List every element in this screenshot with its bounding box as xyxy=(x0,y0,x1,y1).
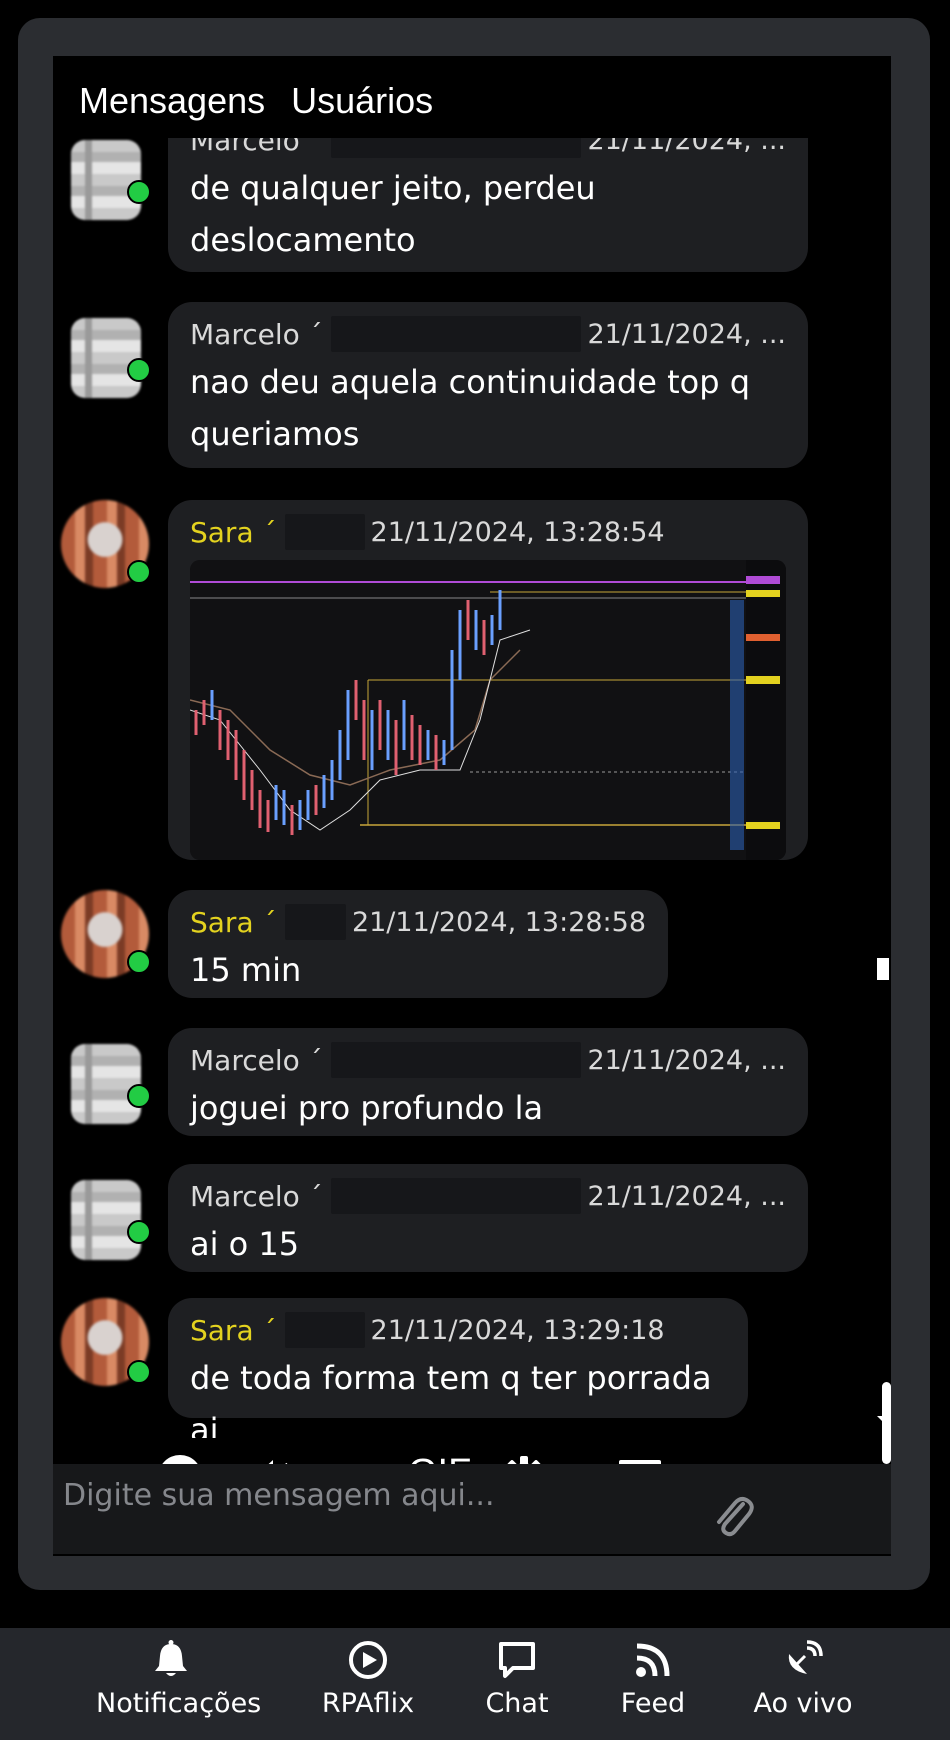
redacted-name xyxy=(284,514,365,550)
chat-tabs: Mensagens Usuários xyxy=(53,56,891,138)
message-author[interactable]: Marcelo ´ xyxy=(190,318,323,351)
avatar[interactable] xyxy=(71,318,141,398)
avatar[interactable] xyxy=(71,1180,141,1260)
message-input-placeholder: Digite sua mensagem aqui... xyxy=(63,1478,495,1513)
message-author[interactable]: Sara ´ xyxy=(190,1314,277,1347)
message-time: 21/11/2024, ... xyxy=(587,1044,786,1076)
message-text: nao deu aquela continuidade top q queria… xyxy=(190,363,751,453)
message-bubble: Marcelo ´ 21/11/2024, ... joguei pro pro… xyxy=(168,1028,808,1136)
satellite-dish-icon xyxy=(788,1640,823,1674)
tab-mensagens[interactable]: Mensagens xyxy=(79,80,265,138)
message-bubble: Sara ´ 21/11/2024, 13:28:54 xyxy=(168,500,808,860)
redacted-name xyxy=(330,1178,582,1214)
redacted-name xyxy=(330,316,582,352)
nav-feed[interactable]: Feed xyxy=(608,1640,698,1719)
chart-image[interactable] xyxy=(190,560,786,860)
nav-rpaflix[interactable]: RPAflix xyxy=(308,1640,428,1719)
online-status-icon xyxy=(127,1084,151,1108)
chat-area: Mensagens Usuários Marcelo ´ 21/11/2024,… xyxy=(53,56,891,1556)
scrollbar-thumb[interactable] xyxy=(882,1382,891,1464)
message-time: 21/11/2024, ... xyxy=(587,318,786,350)
play-circle-icon xyxy=(349,1641,387,1679)
online-status-icon xyxy=(127,1360,151,1384)
nav-label: Feed xyxy=(620,1688,686,1719)
message-time: 21/11/2024, 13:29:18 xyxy=(370,1314,665,1346)
nav-label: Ao vivo xyxy=(753,1688,853,1719)
message-bubble: Sara ´ 21/11/2024, 13:29:18 de toda form… xyxy=(168,1298,748,1438)
trading-chart-image xyxy=(190,560,786,860)
message-time: 21/11/2024, 13:28:54 xyxy=(370,516,665,548)
message-bubble: Marcelo ´ 21/11/2024, ... ai o 15 xyxy=(168,1164,808,1272)
message-bubble: Marcelo ´ 21/11/2024, ... nao deu aquela… xyxy=(168,302,808,468)
message-text: 15 min xyxy=(190,951,302,989)
nav-notificacoes[interactable]: Notificações xyxy=(96,1640,262,1719)
paperclip-icon xyxy=(717,1496,754,1537)
attach-button[interactable] xyxy=(711,1494,755,1544)
online-status-icon xyxy=(127,358,151,382)
nav-label: Notificações xyxy=(96,1688,262,1719)
avatar[interactable] xyxy=(71,1044,141,1124)
nav-label: RPAflix xyxy=(321,1688,415,1719)
message-author[interactable]: Marcelo ´ xyxy=(190,1044,323,1077)
message-text: joguei pro profundo la xyxy=(190,1089,544,1127)
online-status-icon xyxy=(127,1220,151,1244)
redacted-name xyxy=(284,904,346,940)
message-time: 21/11/2024, 13:28:58 xyxy=(351,906,646,938)
message-text: de qualquer jeito, perdeu deslocamento xyxy=(190,169,596,259)
avatar[interactable] xyxy=(71,140,141,220)
redacted-name xyxy=(330,1042,582,1078)
message-text: ai o 15 xyxy=(190,1225,300,1263)
message-author[interactable]: Sara ´ xyxy=(190,516,277,549)
online-status-icon xyxy=(127,180,151,204)
scrollbar-thumb[interactable] xyxy=(877,958,889,980)
message-bubble: Marcelo ´ 21/11/2024, ... de qualquer je… xyxy=(168,138,808,272)
bottom-navigation: Notificações RPAflix Chat Feed Ao vivo xyxy=(0,1628,950,1740)
redacted-name xyxy=(330,138,582,158)
redacted-name xyxy=(284,1312,365,1348)
message-time: 21/11/2024, ... xyxy=(587,138,786,156)
message-author[interactable]: Sara ´ xyxy=(190,906,277,939)
message-list[interactable]: Marcelo ´ 21/11/2024, ... de qualquer je… xyxy=(53,138,891,1438)
nav-chat[interactable]: Chat xyxy=(472,1640,562,1719)
tab-usuarios[interactable]: Usuários xyxy=(291,80,433,138)
message-bubble: Sara ´ 21/11/2024, 13:28:58 15 min xyxy=(168,890,668,998)
message-input-bar: Digite sua mensagem aqui... xyxy=(53,1464,891,1554)
bell-icon xyxy=(155,1640,187,1676)
message-author[interactable]: Marcelo ´ xyxy=(190,1180,323,1213)
message-time: 21/11/2024, ... xyxy=(587,1180,786,1212)
chat-bubble-icon xyxy=(499,1642,535,1678)
rss-icon xyxy=(636,1643,670,1677)
nav-label: Chat xyxy=(485,1688,549,1719)
online-status-icon xyxy=(127,950,151,974)
nav-ao-vivo[interactable]: Ao vivo xyxy=(748,1640,858,1719)
online-status-icon xyxy=(127,560,151,584)
message-text: de toda forma tem q ter porrada ai xyxy=(190,1359,712,1438)
message-author[interactable]: Marcelo ´ xyxy=(190,138,323,157)
